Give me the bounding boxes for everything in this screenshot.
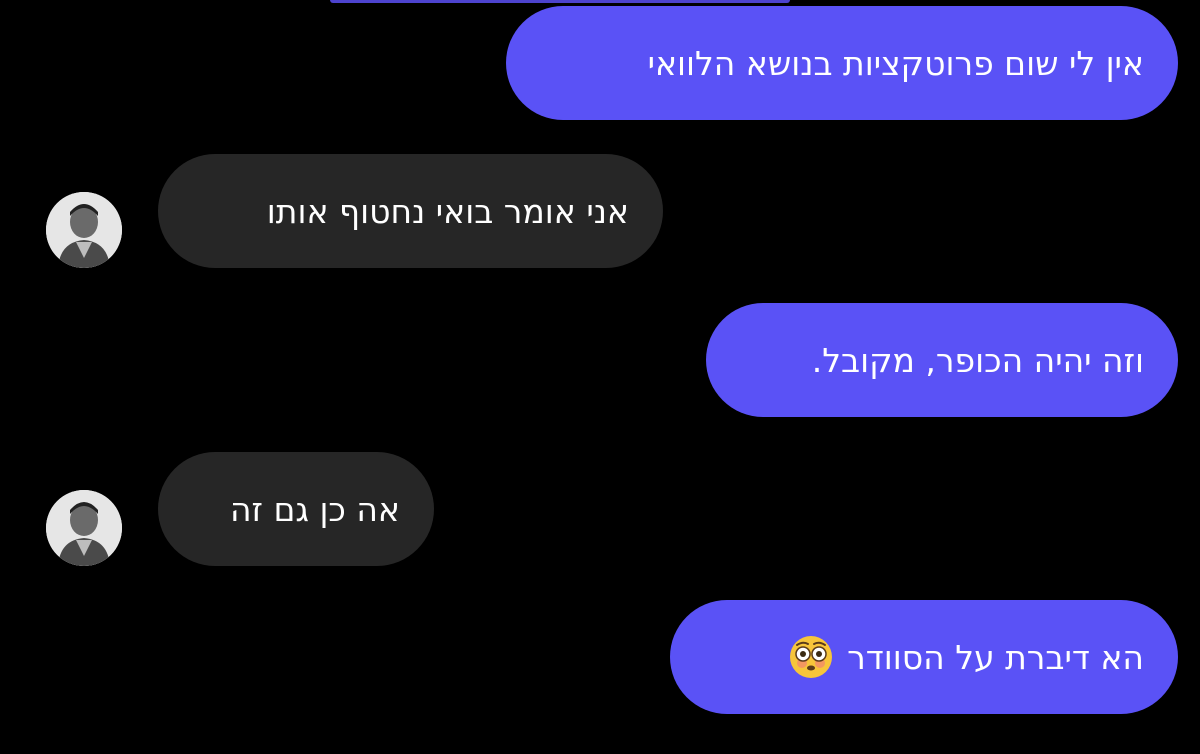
contact-avatar[interactable]: [46, 192, 122, 268]
message-text: אני אומר בואי נחטוף אותו: [266, 191, 629, 231]
previous-message-edge: [330, 0, 790, 3]
received-message-bubble[interactable]: אה כן גם זה: [158, 452, 434, 566]
message-text: אין לי שום פרוטקציות בנושא הלוואי: [647, 43, 1144, 83]
message-text: וזה יהיה הכופר, מקובל.: [811, 340, 1144, 380]
sent-message-bubble[interactable]: אין לי שום פרוטקציות בנושא הלוואי: [506, 6, 1178, 120]
contact-avatar[interactable]: [46, 490, 122, 566]
received-message-bubble[interactable]: אני אומר בואי נחטוף אותו: [158, 154, 663, 268]
sent-message-bubble[interactable]: הא דיברת על הסוודר: [670, 600, 1178, 714]
message-text: אה כן גם זה: [229, 489, 400, 529]
sent-message-bubble[interactable]: וזה יהיה הכופר, מקובל.: [706, 303, 1178, 417]
flushed-face-emoji-icon: [789, 635, 833, 679]
message-text: הא דיברת על הסוודר: [847, 637, 1144, 677]
